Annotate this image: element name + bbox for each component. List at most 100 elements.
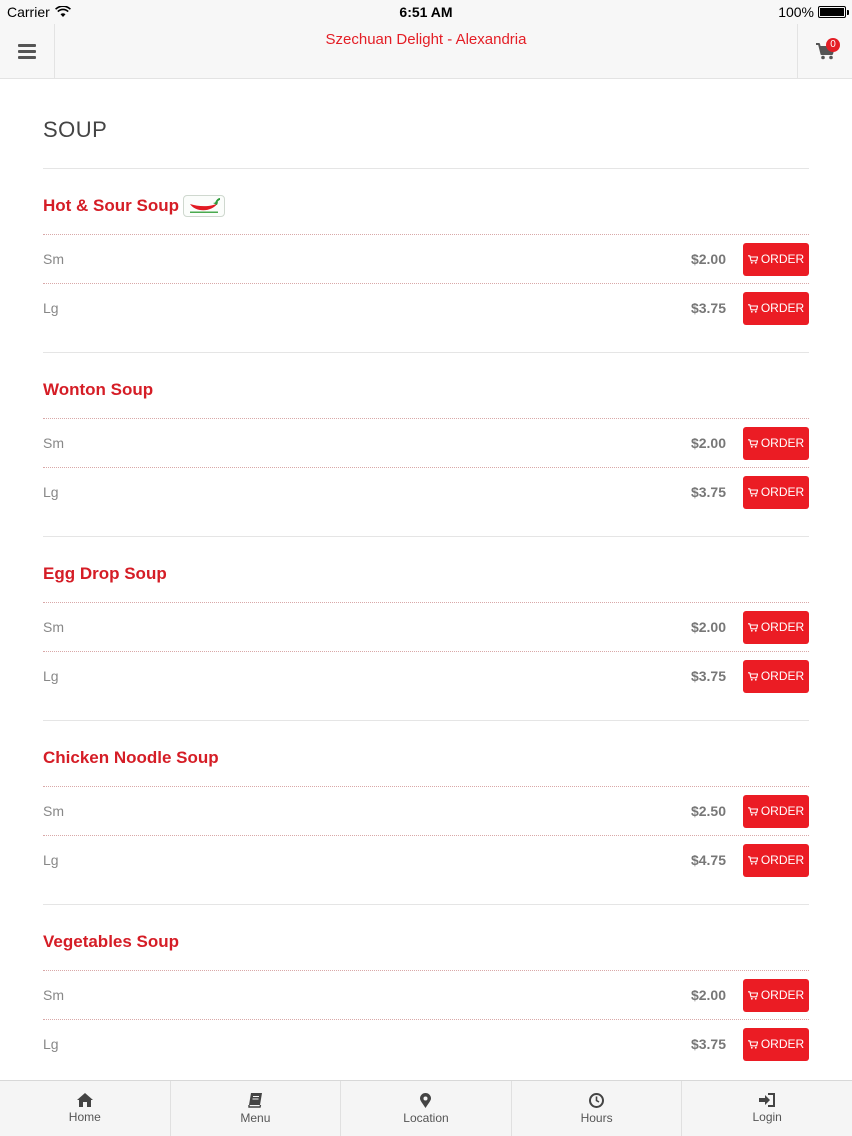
cart-icon [747, 622, 758, 632]
price-label: $2.00 [690, 987, 726, 1003]
size-label: Sm [43, 803, 64, 819]
cart-button[interactable]: 0 [797, 24, 852, 79]
size-label: Sm [43, 251, 64, 267]
spicy-pepper-icon [182, 194, 225, 217]
order-button-label: ORDER [760, 252, 805, 266]
status-time: 6:51 AM [399, 4, 453, 20]
order-button-label: ORDER [760, 301, 805, 315]
price-row: Sm $2.00 ORDER [43, 970, 809, 1019]
tab-login-label: Login [752, 1110, 782, 1124]
menu-item-name: Wonton Soup [43, 353, 809, 418]
size-label: Sm [43, 987, 64, 1003]
menu-content: SOUP Hot & Sour Soup Sm $2.00 ORDER Lg $3.75 O… [43, 80, 809, 1089]
menu-item: Wonton Soup Sm $2.00 ORDER Lg $3.75 ORDER [43, 353, 809, 537]
menu-item-title: Wonton Soup [43, 379, 154, 399]
order-button-label: ORDER [760, 853, 805, 867]
price-row: Sm $2.00 ORDER [43, 602, 809, 651]
size-label: Lg [43, 300, 59, 316]
order-button-label: ORDER [760, 804, 805, 818]
section-title: SOUP [43, 117, 108, 142]
book-icon [248, 1092, 263, 1108]
price-row: Lg $4.75 ORDER [43, 835, 809, 884]
price-label: $2.00 [690, 619, 726, 635]
menu-item: Vegetables Soup Sm $2.00 ORDER Lg $3.75 ORDER [43, 905, 809, 1089]
menu-item: Egg Drop Soup Sm $2.00 ORDER Lg $3.75 ORDER [43, 537, 809, 721]
cart-icon [747, 990, 758, 1000]
tab-hours[interactable]: Hours [512, 1081, 683, 1136]
restaurant-title: Szechuan Delight - Alexandria [325, 31, 527, 48]
order-button-label: ORDER [760, 988, 805, 1002]
menu-item: Chicken Noodle Soup Sm $2.50 ORDER Lg $4.75 OR… [43, 721, 809, 905]
tab-login[interactable]: Login [682, 1081, 852, 1136]
order-button[interactable]: ORDER [743, 610, 809, 644]
menu-item: Hot & Sour Soup Sm $2.00 ORDER Lg $3.75 ORDER [43, 169, 809, 353]
cart-icon [747, 438, 758, 448]
cart-icon [747, 254, 758, 264]
tab-home[interactable]: Home [0, 1081, 171, 1136]
hamburger-menu-button[interactable] [0, 24, 55, 79]
order-button-label: ORDER [760, 669, 805, 683]
tab-hours-label: Hours [580, 1110, 613, 1125]
menu-item-name: Vegetables Soup [43, 905, 809, 970]
app-header: Szechuan Delight - Alexandria 0 [0, 24, 852, 79]
order-button[interactable]: ORDER [743, 291, 809, 325]
map-marker-icon [420, 1092, 432, 1108]
tab-location[interactable]: Location [341, 1081, 512, 1136]
clock-icon [589, 1092, 605, 1108]
order-button[interactable]: ORDER [743, 1027, 809, 1061]
tab-home-label: Home [68, 1110, 101, 1124]
cart-icon [747, 855, 758, 865]
price-row: Sm $2.50 ORDER [43, 786, 809, 835]
battery-percent: 100% [778, 4, 814, 20]
order-button[interactable]: ORDER [743, 843, 809, 877]
price-label: $2.50 [690, 803, 726, 819]
price-row: Sm $2.00 ORDER [43, 234, 809, 283]
menu-item-name: Hot & Sour Soup [43, 169, 809, 234]
menu-items: Hot & Sour Soup Sm $2.00 ORDER Lg $3.75 ORDER W… [43, 169, 809, 1089]
price-label: $2.00 [690, 435, 726, 451]
status-right: 100% [778, 4, 849, 20]
menu-item-title: Hot & Sour Soup [43, 195, 179, 215]
order-button-label: ORDER [760, 620, 805, 634]
order-button-label: ORDER [760, 1037, 805, 1051]
order-button[interactable]: ORDER [743, 426, 809, 460]
order-button[interactable]: ORDER [743, 794, 809, 828]
cart-icon [747, 487, 758, 497]
bottom-tab-bar: Home Menu Location Hours Login [0, 1080, 852, 1136]
menu-item-name: Egg Drop Soup [43, 537, 809, 602]
price-row: Lg $3.75 ORDER [43, 651, 809, 700]
size-label: Sm [43, 435, 64, 451]
tab-menu[interactable]: Menu [171, 1081, 342, 1136]
tab-location-label: Location [403, 1110, 449, 1125]
menu-item-title: Vegetables Soup [43, 931, 180, 951]
cart-icon [747, 1039, 758, 1049]
status-bar: Carrier 6:51 AM 100% [0, 0, 852, 24]
login-icon [759, 1093, 776, 1107]
price-label: $2.00 [690, 251, 726, 267]
price-label: $3.75 [690, 668, 726, 684]
price-row: Lg $3.75 ORDER [43, 467, 809, 516]
price-label: $3.75 [690, 1036, 726, 1052]
size-label: Lg [43, 484, 59, 500]
price-row: Sm $2.00 ORDER [43, 418, 809, 467]
menu-item-name: Chicken Noodle Soup [43, 721, 809, 786]
menu-item-title: Chicken Noodle Soup [43, 747, 219, 767]
size-label: Sm [43, 619, 64, 635]
hamburger-icon [18, 44, 36, 59]
order-button[interactable]: ORDER [743, 659, 809, 693]
cart-icon [747, 671, 758, 681]
order-button-label: ORDER [760, 436, 805, 450]
menu-item-title: Egg Drop Soup [43, 563, 167, 583]
order-button[interactable]: ORDER [743, 978, 809, 1012]
order-button[interactable]: ORDER [743, 475, 809, 509]
battery-icon [818, 6, 849, 18]
size-label: Lg [43, 852, 59, 868]
price-label: $4.75 [690, 852, 726, 868]
size-label: Lg [43, 668, 59, 684]
home-icon [76, 1093, 93, 1107]
price-row: Lg $3.75 ORDER [43, 283, 809, 332]
tab-menu-label: Menu [240, 1110, 271, 1125]
price-row: Lg $3.75 ORDER [43, 1019, 809, 1068]
cart-count-badge: 0 [826, 38, 840, 52]
order-button[interactable]: ORDER [743, 242, 809, 276]
